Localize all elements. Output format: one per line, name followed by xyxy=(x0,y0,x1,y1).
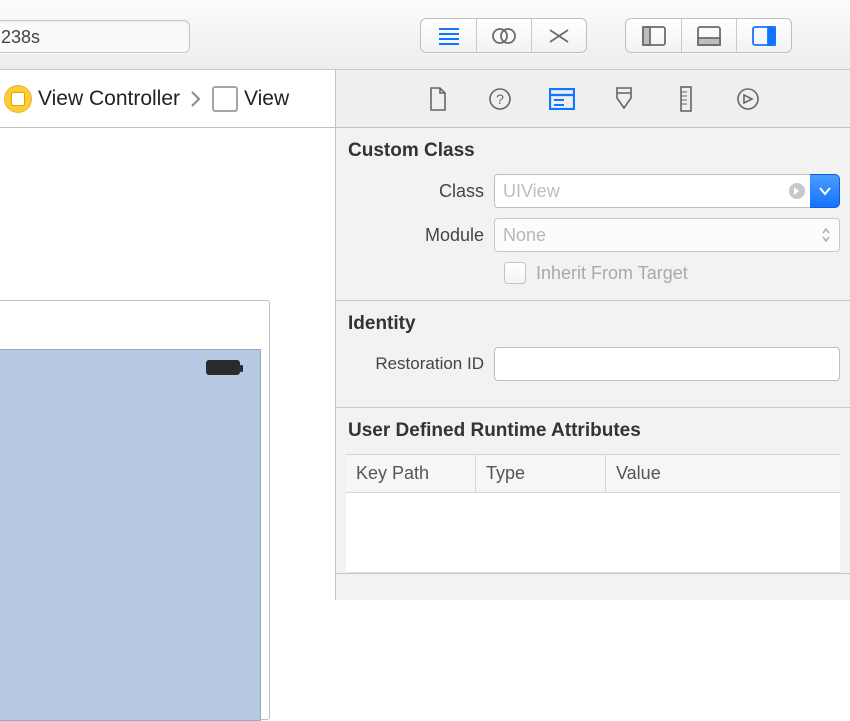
runtime-table-header: Key Path Type Value xyxy=(346,454,840,493)
top-toolbar: 238s xyxy=(0,0,850,70)
runtime-table-body[interactable] xyxy=(346,493,840,573)
class-input[interactable] xyxy=(494,174,815,208)
panel-toggle-segmented[interactable] xyxy=(625,18,792,53)
attributes-inspector-icon[interactable] xyxy=(611,86,637,112)
col-type[interactable]: Type xyxy=(476,455,606,493)
class-label: Class xyxy=(346,181,494,202)
size-inspector-icon[interactable] xyxy=(673,86,699,112)
standard-editor-icon[interactable] xyxy=(421,19,476,52)
bottom-panel-icon[interactable] xyxy=(681,19,736,52)
help-inspector-icon[interactable]: ? xyxy=(487,86,513,112)
restoration-label: Restoration ID xyxy=(346,354,494,374)
module-value: None xyxy=(503,225,546,246)
view-icon xyxy=(212,86,238,112)
breadcrumb-item-viewcontroller[interactable]: View Controller xyxy=(0,83,184,115)
connections-inspector-icon[interactable] xyxy=(735,86,761,112)
search-field[interactable]: 238s xyxy=(0,20,190,53)
module-select[interactable]: None xyxy=(494,218,840,252)
device-screen[interactable] xyxy=(0,349,261,721)
right-panel-icon[interactable] xyxy=(736,19,791,52)
file-inspector-icon[interactable] xyxy=(425,86,451,112)
section-identity: Identity Restoration ID xyxy=(336,301,850,408)
breadcrumb-label: View Controller xyxy=(38,87,180,111)
battery-icon xyxy=(206,360,240,375)
section-title: User Defined Runtime Attributes xyxy=(348,420,840,442)
canvas-area: View Controller View xyxy=(0,70,336,600)
editor-mode-segmented[interactable] xyxy=(420,18,587,53)
inherit-checkbox[interactable] xyxy=(504,262,526,284)
section-runtime-attrs: User Defined Runtime Attributes Key Path… xyxy=(336,408,850,574)
left-panel-icon[interactable] xyxy=(626,19,681,52)
section-title: Identity xyxy=(348,313,840,335)
assistant-editor-icon[interactable] xyxy=(476,19,531,52)
section-title: Custom Class xyxy=(348,140,840,162)
breadcrumb-item-view[interactable]: View xyxy=(208,84,293,114)
version-editor-icon[interactable] xyxy=(531,19,586,52)
col-value[interactable]: Value xyxy=(606,455,840,493)
updown-icon xyxy=(821,228,831,242)
chevron-right-icon xyxy=(188,90,204,108)
inspector-tabs: ? xyxy=(336,70,850,128)
inspector-panel: ? Custom Class Class xyxy=(336,70,850,600)
svg-text:?: ? xyxy=(496,91,504,107)
class-dropdown-button[interactable] xyxy=(810,174,840,208)
module-label: Module xyxy=(346,225,494,246)
device-canvas[interactable] xyxy=(0,300,270,720)
col-keypath[interactable]: Key Path xyxy=(346,455,476,493)
breadcrumb: View Controller View xyxy=(0,70,335,128)
inherit-label: Inherit From Target xyxy=(536,263,688,284)
viewcontroller-icon xyxy=(4,85,32,113)
identity-inspector-icon[interactable] xyxy=(549,86,575,112)
section-custom-class: Custom Class Class Module xyxy=(336,128,850,301)
breadcrumb-label: View xyxy=(244,87,289,111)
restoration-input[interactable] xyxy=(494,347,840,381)
